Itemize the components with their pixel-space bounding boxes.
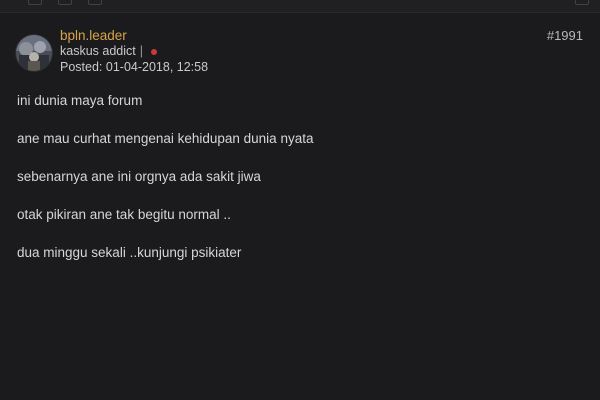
author-rank-line: kaskus addict | [60,44,157,59]
post-text-line: ane mau curhat mengenai kehidupan dunia … [17,131,314,146]
post-text-line: sebenarnya ane ini orgnya ada sakit jiwa [17,169,261,184]
toolbar-icon[interactable] [28,0,42,5]
toolbar-icon[interactable] [575,0,589,5]
offline-status-icon [150,48,157,55]
toolbar-icon[interactable] [58,0,72,5]
post-body: ini dunia maya forum ane mau curhat meng… [17,93,577,283]
post-text-line: ini dunia maya forum [17,93,143,108]
rank-separator: | [139,44,143,58]
toolbar-icon[interactable] [88,0,102,5]
author-username-link[interactable]: bpln.leader [60,28,127,44]
post-text-line: dua minggu sekali ..kunjungi psikiater [17,245,242,260]
author-rank: kaskus addict [60,44,136,58]
posted-label: Posted: [60,60,103,74]
avatar-image [16,35,52,71]
forum-post: bpln.leader kaskus addict | Posted: 01-0… [0,13,600,400]
post-text-line: otak pikiran ane tak begitu normal .. [17,207,231,222]
posted-date: 01-04-2018, 12:58 [105,60,209,74]
post-number-link[interactable]: #1991 [547,28,583,43]
post-timestamp: Posted: 01-04-2018, 12:58 [60,60,208,75]
avatar[interactable] [16,35,52,71]
top-toolbar-strip [0,0,600,13]
